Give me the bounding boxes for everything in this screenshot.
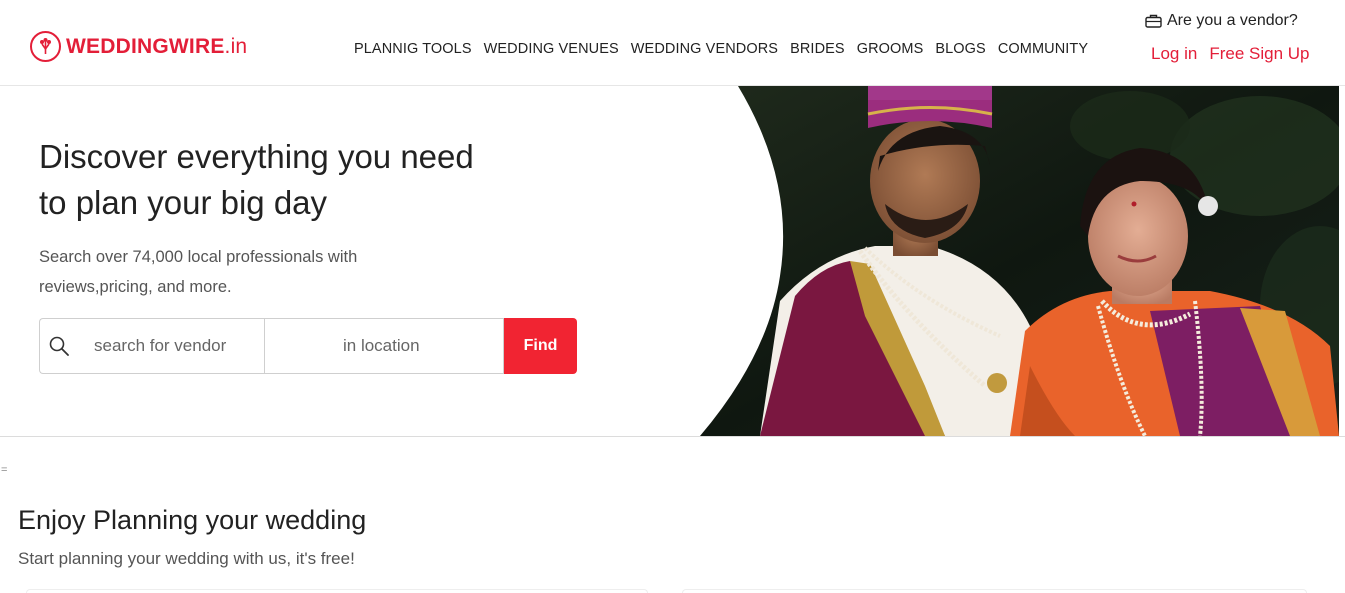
vendor-link[interactable]: Are you a vendor? [1145,12,1298,30]
nav-item-brides[interactable]: BRIDES [790,41,845,57]
nav-item-grooms[interactable]: GROOMS [857,41,924,57]
hero-title: Discover everything you need to plan your… [39,138,474,221]
search-bar: Find [39,318,577,374]
briefcase-icon [1145,14,1162,28]
planning-subtitle: Start planning your wedding with us, it'… [18,549,355,568]
nav-item-planning-tools[interactable]: PLANNIG TOOLS [354,41,472,57]
find-button[interactable]: Find [504,318,577,374]
nav-item-community[interactable]: COMMUNITY [998,41,1088,57]
main-nav: PLANNIG TOOLS WEDDING VENUES WEDDING VEN… [354,41,1100,57]
couple-photo [700,86,1339,436]
hero-subtitle: Search over 74,000 local professionals w… [39,248,358,296]
hero-section: Discover everything you need to plan your… [0,86,1345,437]
stray-mark: = [1,464,8,476]
planning-card[interactable] [682,589,1307,593]
location-box [264,318,543,374]
nav-item-wedding-vendors[interactable]: WEDDING VENDORS [631,41,778,57]
brand-logo[interactable]: WEDDINGWIRE.in [30,31,247,62]
planning-card[interactable] [26,589,648,593]
search-icon [40,336,77,356]
top-header: WEDDINGWIRE.in PLANNIG TOOLS WEDDING VEN… [0,0,1345,86]
nav-item-blogs[interactable]: BLOGS [935,41,985,57]
auth-links: Log in Free Sign Up [1151,44,1322,64]
signup-link[interactable]: Free Sign Up [1209,44,1309,64]
planning-title: Enjoy Planning your wedding [18,505,367,535]
vendor-label: Are you a vendor? [1167,12,1298,29]
login-link[interactable]: Log in [1151,44,1197,64]
nav-item-wedding-venues[interactable]: WEDDING VENUES [484,41,619,57]
vendor-search-box [39,318,264,374]
brand-name: WEDDINGWIRE.in [66,34,248,58]
bouquet-icon [30,31,61,62]
vendor-search-input[interactable] [94,336,264,356]
